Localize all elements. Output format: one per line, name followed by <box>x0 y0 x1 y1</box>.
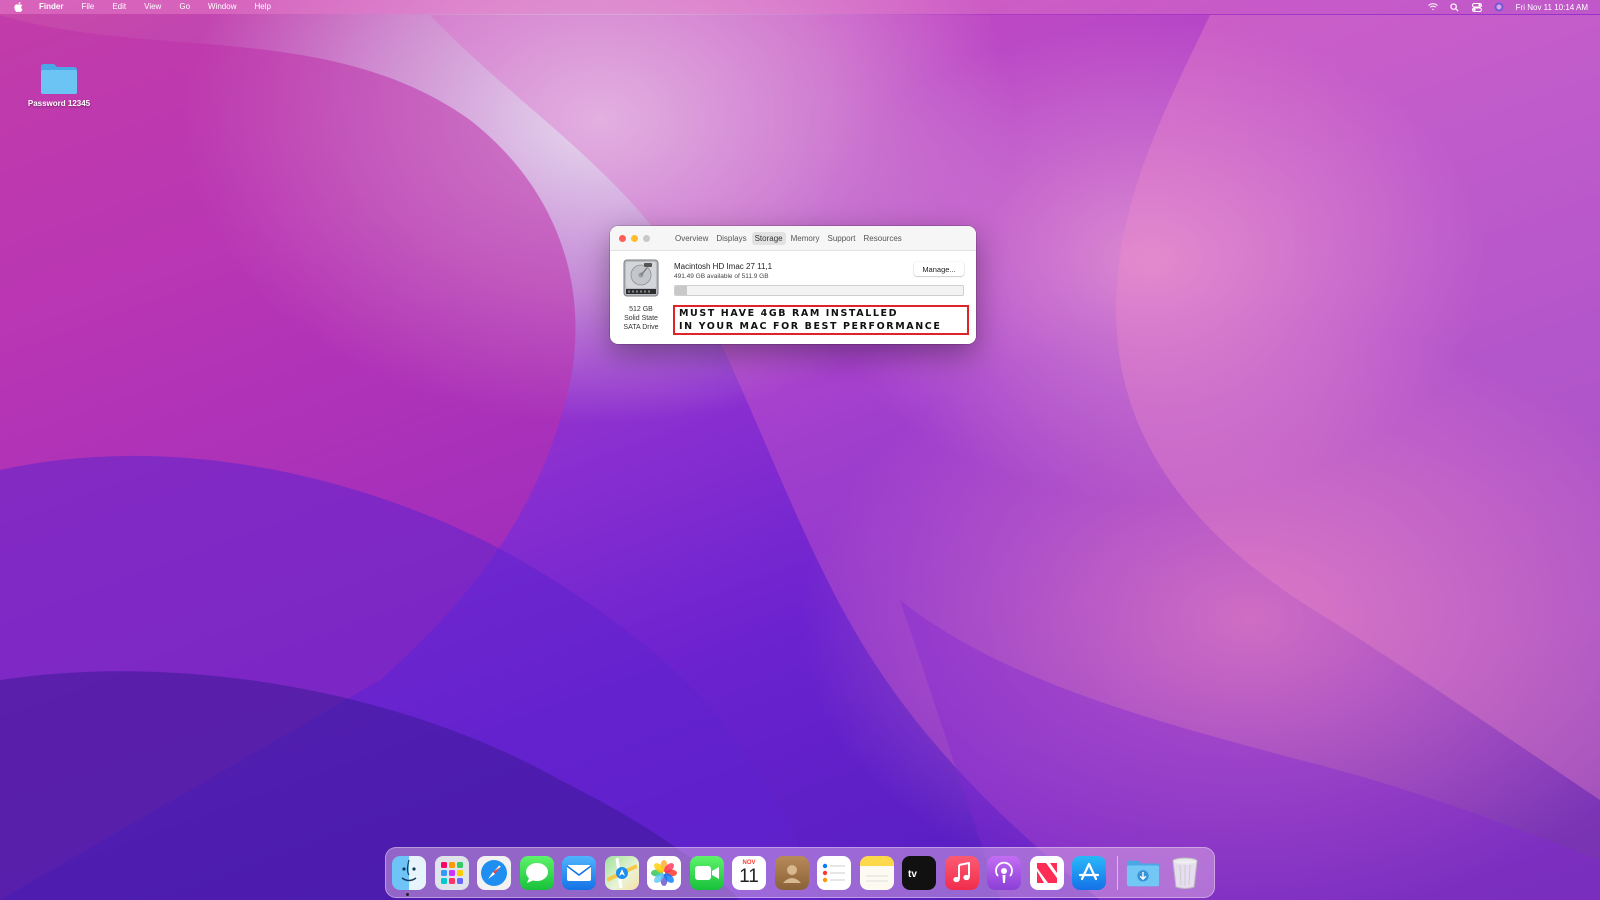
mail-icon[interactable] <box>562 855 596 890</box>
calendar-icon[interactable]: NOV 11 <box>732 855 766 890</box>
warning-line-2: IN YOUR MAC FOR BEST PERFORMANCE <box>679 321 942 332</box>
podcasts-icon[interactable] <box>987 855 1021 890</box>
menu-window[interactable]: Window <box>199 0 245 14</box>
contacts-icon[interactable] <box>774 855 809 890</box>
disk-interface: SATA Drive <box>623 324 659 331</box>
dock-separator <box>1116 855 1118 890</box>
dock: NOV 11 tv <box>385 847 1215 898</box>
photos-icon[interactable] <box>647 855 681 890</box>
menu-go[interactable]: Go <box>170 0 199 14</box>
facetime-icon[interactable] <box>689 855 724 890</box>
menu-bar: Finder File Edit View Go Window Help Fri… <box>0 0 1600 14</box>
music-icon[interactable] <box>944 855 979 890</box>
volume-available: 491.49 GB available of 511.9 GB <box>674 273 769 280</box>
menu-file[interactable]: File <box>72 0 103 14</box>
apple-tv-icon[interactable]: tv <box>902 855 936 890</box>
volume-name: Macintosh HD Imac 27 11,1 <box>674 262 773 271</box>
tab-storage[interactable]: Storage <box>751 232 786 245</box>
disk-info: 512 GB Solid State SATA Drive <box>622 259 660 332</box>
tab-bar: Overview Displays Storage Memory Support… <box>672 232 905 245</box>
downloads-icon[interactable] <box>1126 856 1160 890</box>
menu-clock[interactable]: Fri Nov 11 10:14 AM <box>1516 3 1588 12</box>
notes-icon[interactable] <box>859 855 894 890</box>
storage-used-fill <box>675 286 687 295</box>
svg-text:tv: tv <box>908 869 917 880</box>
messages-icon[interactable] <box>519 855 554 890</box>
tab-memory[interactable]: Memory <box>788 232 823 245</box>
siri-icon[interactable] <box>1494 2 1504 12</box>
apple-menu-icon[interactable] <box>10 1 30 13</box>
desktop-folder[interactable]: Password 12345 <box>22 62 96 108</box>
about-this-mac-window: Overview Displays Storage Memory Support… <box>610 226 976 344</box>
control-center-icon[interactable] <box>1471 2 1482 12</box>
app-store-icon[interactable] <box>1072 855 1106 890</box>
menu-view[interactable]: View <box>135 0 170 14</box>
app-menu-finder[interactable]: Finder <box>30 0 72 14</box>
trash-icon[interactable] <box>1168 856 1202 890</box>
desktop-folder-label: Password 12345 <box>27 99 91 108</box>
minimize-button[interactable] <box>631 234 638 242</box>
news-icon[interactable] <box>1029 855 1064 890</box>
tab-overview[interactable]: Overview <box>672 232 711 245</box>
safari-icon[interactable] <box>477 855 511 890</box>
calendar-day: 11 <box>739 866 759 887</box>
tab-resources[interactable]: Resources <box>861 232 905 245</box>
tab-displays[interactable]: Displays <box>713 232 749 245</box>
wifi-icon[interactable] <box>1427 2 1438 12</box>
wallpaper <box>0 15 1600 900</box>
warning-line-1: MUST HAVE 4GB RAM INSTALLED <box>679 308 899 319</box>
folder-icon <box>41 64 77 94</box>
menu-help[interactable]: Help <box>245 0 279 14</box>
finder-running-indicator <box>406 893 409 896</box>
reminders-icon[interactable] <box>817 855 851 890</box>
spotlight-search-icon[interactable] <box>1450 2 1460 12</box>
window-titlebar[interactable]: Overview Displays Storage Memory Support… <box>610 226 976 251</box>
tab-support[interactable]: Support <box>825 232 859 245</box>
maps-icon[interactable] <box>604 855 639 890</box>
ram-warning-banner: MUST HAVE 4GB RAM INSTALLED IN YOUR MAC … <box>673 305 969 335</box>
manage-button[interactable]: Manage... <box>914 262 964 276</box>
hard-drive-icon <box>623 259 659 297</box>
disk-size: 512 GB <box>629 306 653 313</box>
finder-icon[interactable] <box>392 855 426 890</box>
zoom-button[interactable] <box>643 234 650 242</box>
launchpad-icon[interactable] <box>434 855 469 890</box>
menu-edit[interactable]: Edit <box>103 0 135 14</box>
close-button[interactable] <box>619 234 626 242</box>
storage-usage-bar <box>674 285 964 296</box>
disk-type: Solid State <box>624 315 658 322</box>
